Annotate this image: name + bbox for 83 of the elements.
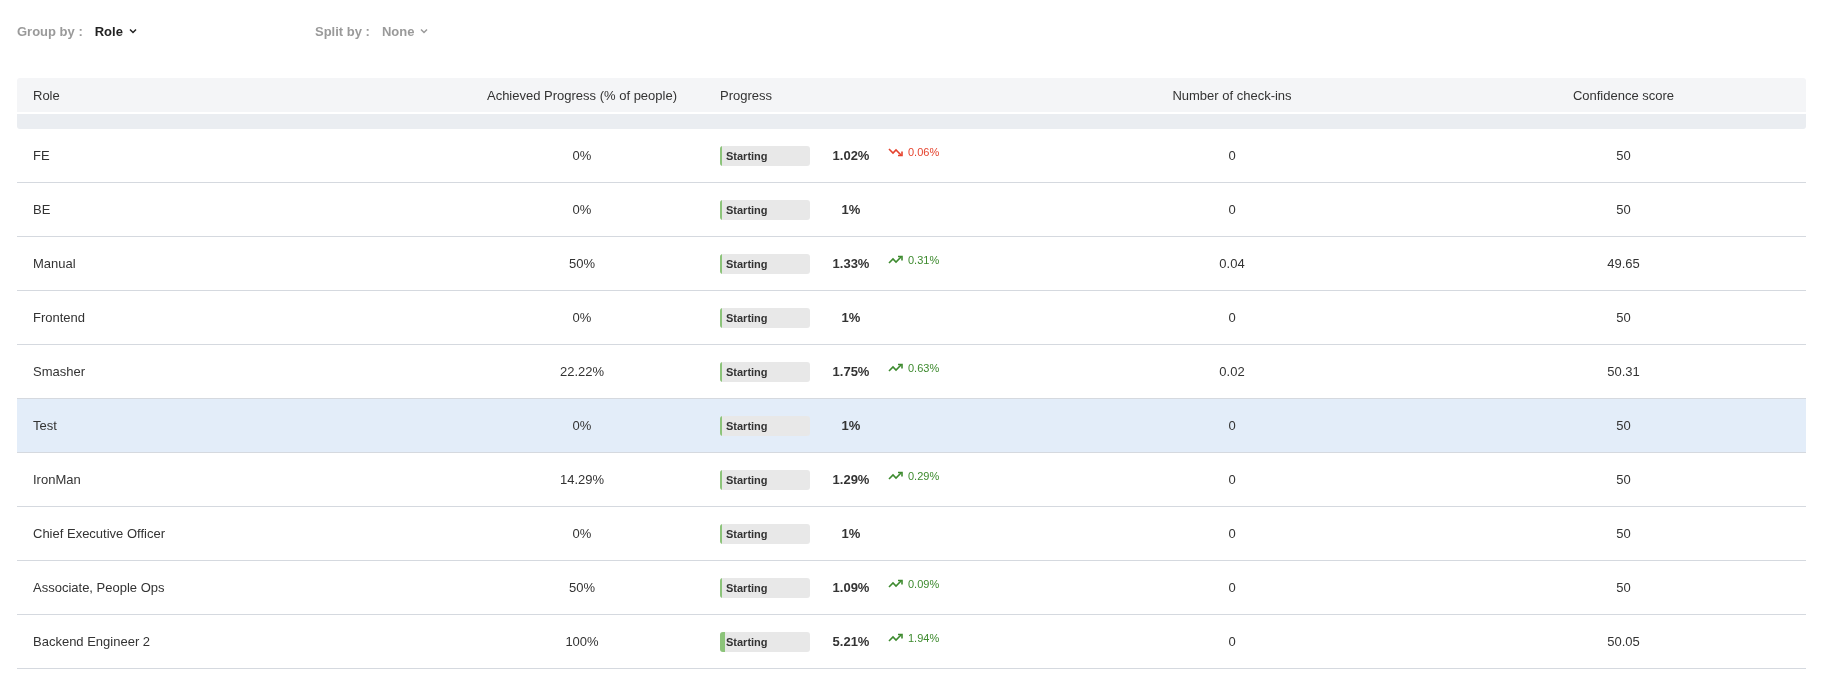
progress-value: 1.09% [831, 580, 871, 595]
trend-value: 0.29% [908, 469, 940, 482]
checkins-cell: 0 [1228, 202, 1236, 217]
achieved-cell: 50% [569, 256, 595, 271]
progress-value: 1.29% [831, 472, 871, 487]
role-cell: IronMan [33, 472, 81, 487]
role-cell: Frontend [33, 310, 86, 325]
achieved-cell: 22.22% [559, 364, 605, 379]
table-row[interactable]: Test 0% Starting 1% 0 50 [17, 399, 1806, 453]
caret-icon [128, 28, 137, 34]
progress-bar: Starting [720, 361, 810, 382]
trend-up-icon [888, 577, 903, 590]
role-cell: Manual [33, 256, 76, 271]
checkins-cell: 0 [1228, 148, 1236, 163]
role-cell: Associate, People Ops [33, 580, 165, 595]
achieved-cell: 0% [572, 418, 592, 433]
achieved-cell: 100% [565, 634, 599, 649]
progress-bar: Starting [720, 577, 810, 598]
confidence-cell: 50 [1616, 526, 1631, 541]
column-header: Number of check-ins [1171, 87, 1293, 103]
progress-value: 1% [840, 202, 862, 217]
checkins-cell: 0 [1228, 472, 1236, 487]
progress-bar: Starting [720, 307, 810, 328]
confidence-cell: 50.05 [1607, 634, 1640, 649]
confidence-cell: 50 [1616, 202, 1631, 217]
trend-value: 1.94% [908, 631, 940, 644]
progress-bar: Starting [720, 523, 810, 544]
progress-bar: Starting [720, 199, 810, 220]
checkins-cell: 0 [1228, 418, 1236, 433]
role-cell: BE [33, 202, 51, 217]
column-header: Achieved Progress (% of people) [485, 87, 678, 103]
caret-icon [420, 28, 429, 34]
achieved-cell: 0% [572, 310, 592, 325]
achieved-cell: 50% [569, 580, 595, 595]
checkins-cell: 0 [1228, 634, 1236, 649]
trend-up-icon [888, 253, 903, 266]
column-header: Confidence score [1571, 87, 1676, 103]
filter-label: Split by : [315, 23, 370, 39]
checkins-cell: 0.02 [1219, 364, 1245, 379]
progress-bar: Starting [720, 469, 810, 490]
confidence-cell: 49.65 [1607, 256, 1640, 271]
progress-value: 1.33% [831, 256, 871, 271]
achieved-cell: 0% [572, 202, 592, 217]
checkins-cell: 0.04 [1219, 256, 1245, 271]
checkins-cell: 0 [1228, 526, 1236, 541]
confidence-cell: 50 [1616, 310, 1631, 325]
confidence-cell: 50 [1616, 148, 1631, 163]
trend-value: 0.63% [908, 361, 940, 374]
progress-value: 1.02% [831, 148, 871, 163]
achieved-cell: 0% [572, 148, 592, 163]
column-header: Progress [719, 87, 774, 103]
progress-bar: Starting [720, 415, 810, 436]
trend-down-icon [888, 145, 903, 158]
confidence-cell: 50.31 [1607, 364, 1640, 379]
role-cell: Chief Executive Officer [33, 526, 165, 541]
achieved-cell: 0% [572, 526, 592, 541]
column-header: Role [32, 87, 61, 103]
progress-value: 1.75% [831, 364, 871, 379]
progress-value: 1% [840, 526, 862, 541]
confidence-cell: 50 [1616, 472, 1631, 487]
checkins-cell: 0 [1228, 310, 1236, 325]
trend-up-icon [888, 631, 903, 644]
progress-bar: Starting [720, 631, 810, 652]
role-cell: Backend Engineer 2 [33, 634, 151, 649]
role-cell: Test [33, 418, 57, 433]
confidence-cell: 50 [1616, 580, 1631, 595]
achieved-cell: 14.29% [559, 472, 605, 487]
filter-label: Group by : [17, 23, 83, 39]
trend-up-icon [888, 361, 903, 374]
progress-value: 1% [840, 310, 862, 325]
trend-value: 0.09% [908, 577, 940, 590]
confidence-cell: 50 [1616, 418, 1631, 433]
filter-dropdown[interactable]: Role [94, 23, 137, 39]
trend-value: 0.31% [908, 253, 940, 266]
checkins-cell: 0 [1228, 580, 1236, 595]
progress-value: 1% [840, 418, 862, 433]
progress-bar: Starting [720, 145, 810, 166]
trend-up-icon [888, 469, 903, 482]
role-cell: Smasher [33, 364, 86, 379]
progress-bar: Starting [720, 253, 810, 274]
progress-value: 5.21% [831, 634, 871, 649]
trend-value: 0.06% [908, 145, 940, 158]
role-cell: FE [33, 148, 50, 163]
